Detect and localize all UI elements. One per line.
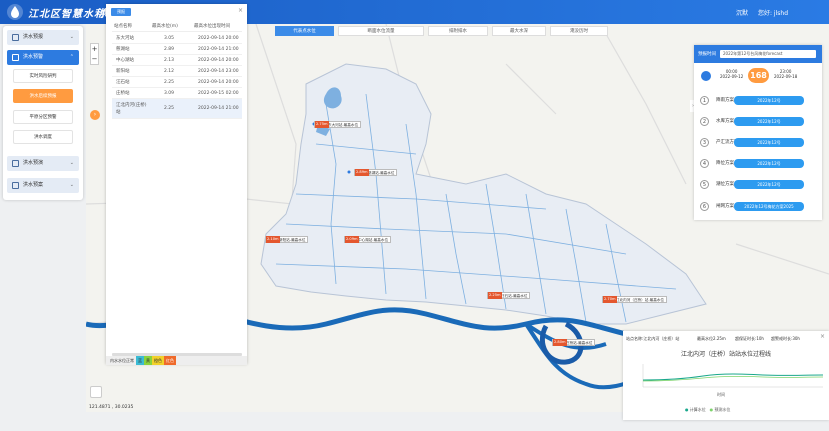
forecast-time-select[interactable]: 2022年第12号台风梅花forecast (720, 50, 816, 58)
chevron-down-icon: ⌄ (69, 182, 74, 188)
table-row[interactable]: 慈湖站 2.89 2022-09-14 21:00 (112, 44, 242, 55)
tab-max-depth[interactable]: 最大水深 (492, 26, 546, 36)
sub-flood-forecast-next[interactable]: 洪水后续预报 (13, 89, 73, 103)
zoom-out-button[interactable]: − (91, 54, 98, 64)
water-level-legend: 内水水位正常 蓝 黄 橙色 红色 (106, 356, 247, 365)
sub-realtime-risk[interactable]: 实时风险研判 (13, 69, 73, 83)
plan-select[interactable]: 2022年12号 (734, 180, 804, 189)
start-time: 00:00 2022-09-12 (720, 69, 744, 79)
menu-flood-warning[interactable]: 洪水预警 ⌃ (7, 50, 79, 65)
zoom-in-button[interactable]: + (91, 44, 98, 54)
plan-select[interactable]: 2022年12号 (734, 96, 804, 105)
gauge-chart-title: 江北内河（庄桥）站站水位过程线 (680, 351, 771, 358)
simulation-icon (12, 160, 19, 167)
header-link[interactable]: 沉默 (736, 8, 748, 17)
tab-drainage[interactable]: 排附排水 (428, 26, 488, 36)
map-station-label[interactable]: 2.10m 新阳站-最高水位 (265, 236, 309, 243)
clock-icon (701, 71, 711, 81)
plan-runoff: 3 产汇流方案 2022年12号 (700, 136, 816, 150)
close-icon[interactable]: × (238, 7, 243, 14)
plan-select[interactable]: 2022年12号 (734, 159, 804, 168)
table-row[interactable]: 庄桥站 3.09 2022-09-15 02:00 (112, 88, 242, 99)
map-station-label[interactable]: 2.75m 东大河站-最高水位 (314, 121, 362, 128)
plan-select[interactable]: 2022年12号梅花方案2025 (734, 202, 804, 211)
table-row[interactable]: 中心湖站 2.13 2022-09-14 20:00 (112, 55, 242, 66)
plan-reservoir: 2 水库方案 2022年12号 (700, 115, 816, 129)
tab-section-level-flow[interactable]: 断面水位流量 (338, 26, 424, 36)
tab-flood-duration[interactable]: 淹没历时 (550, 26, 608, 36)
table-header: 站点名称 最高水位(m) 最高水位出现时间 (112, 20, 242, 32)
forecast-header: 预报时间 2022年第12号台风梅花forecast (694, 45, 822, 63)
gauge-legend: ● 计算水位 ● 预测水位 (685, 407, 731, 412)
menu-flood-simulation[interactable]: 洪水预演 ⌄ (7, 156, 79, 171)
gauge-chart-panel: 站点名称:江北内河（庄桥）站 最高水位2.25m 超保证时长:10h 超警戒时长… (623, 331, 829, 420)
plan-rainfall: 1 降雨方案 2022年12号 (700, 94, 816, 108)
end-time: 23:00 2022-09-18 (774, 69, 798, 79)
table-row[interactable]: 汪石站 2.25 2022-09-14 20:00 (112, 77, 242, 88)
plan-tide: 5 潮位方案 2022年12号 (700, 178, 816, 192)
station-table-panel: 预报 × 站点名称 最高水位(m) 最高水位出现时间 东大河站 3.05 202… (106, 4, 247, 364)
close-icon[interactable]: × (820, 333, 825, 340)
forecast-hours-badge: 168 (748, 68, 769, 83)
chevron-down-icon: ⌄ (69, 160, 74, 166)
plan-level: 4 降位方案 2022年12号 (700, 157, 816, 171)
user-menu[interactable]: 您好: jlshd (758, 8, 788, 17)
plan-gate: 6 闸网方案 2022年12号梅花方案2025 (700, 200, 816, 214)
chevron-down-icon: ⌄ (69, 34, 74, 40)
tab-forecast[interactable]: 预报 (111, 8, 131, 16)
menu-flood-plan[interactable]: 洪水预案 ⌄ (7, 178, 79, 193)
sidebar: 洪水预报 ⌄ 洪水预警 ⌃ 实时风险研判 洪水后续预报 平原分区预警 洪水调度 … (3, 26, 83, 200)
map-station-label[interactable]: 2.70m 江北内河（庄桥）站-最高水位 (602, 296, 668, 303)
plan-select[interactable]: 2022年12号 (734, 117, 804, 126)
app-title: 江北区智慧水利 (28, 9, 105, 20)
logo-icon (7, 4, 23, 20)
menu-flood-forecast[interactable]: 洪水预报 ⌄ (7, 30, 79, 45)
sub-plain-warning[interactable]: 平原分区预警 (13, 110, 73, 124)
gauge-line-chart (642, 364, 824, 388)
map-station-label[interactable]: 2.25m 汪石站-最高水位 (487, 292, 531, 299)
coordinate-readout: 121.4871 , 30.0235 (89, 405, 134, 410)
table-row[interactable]: 东大河站 3.05 2022-09-14 20:00 (112, 33, 242, 44)
chevron-up-icon: ⌃ (69, 54, 74, 60)
side-toggle-button[interactable]: › (90, 110, 100, 120)
map-station-label[interactable]: 2.09m 中心湖站-最高水位 (344, 236, 392, 243)
map-station-label[interactable]: 2.80m 庄桥站-最高水位 (552, 339, 596, 346)
tab-representative-level[interactable]: 代表点水位 (275, 26, 334, 36)
forecast-panel: 预报时间 2022年第12号台风梅花forecast 00:00 2022-09-… (694, 45, 822, 220)
plan-icon (12, 182, 19, 189)
zoom-control[interactable]: + − (90, 43, 99, 65)
warning-icon (12, 54, 19, 61)
forecast-icon (12, 34, 19, 41)
table-row[interactable]: 新阳站 2.12 2022-09-14 23:00 (112, 66, 242, 77)
plan-select[interactable]: 2022年12号 (734, 138, 804, 147)
map-station-label[interactable]: 2.89m 慈湖站-最高水位 (354, 169, 398, 176)
table-row-selected[interactable]: 江北内河(庄桥)站 2.25 2022-09-14 21:00 (112, 99, 242, 119)
sub-flood-dispatch[interactable]: 洪水调度 (13, 130, 73, 144)
layer-switch-icon[interactable] (90, 386, 102, 398)
